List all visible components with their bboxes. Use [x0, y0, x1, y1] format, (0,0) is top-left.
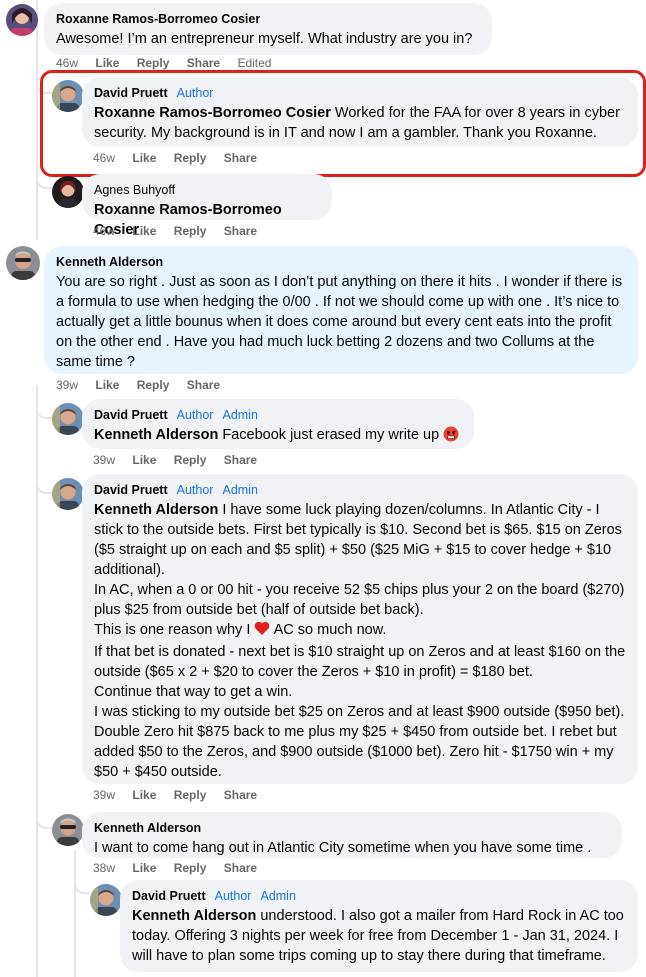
like-button[interactable]: Like	[95, 378, 119, 392]
reply-button[interactable]: Reply	[137, 56, 170, 70]
comment-text: Kenneth Alderson Facebook just erased my…	[94, 425, 462, 448]
comment-paragraph: Continue that way to get a win.	[94, 684, 293, 700]
comment-text: Kenneth Alderson I have some luck playin…	[94, 500, 626, 782]
comment-bubble: David Pruett Author Roxanne Ramos-Borrome…	[82, 77, 638, 147]
comment-paragraph: In AC, when a 0 or 00 hit - you receive …	[94, 582, 625, 618]
avatar[interactable]	[52, 814, 84, 846]
mention-link[interactable]: Kenneth Alderson	[94, 427, 218, 443]
comment-time[interactable]: 46w	[56, 56, 78, 70]
like-button[interactable]: Like	[132, 861, 156, 875]
comment-text: Awesome! I’m an entrepreneur myself. Wha…	[56, 31, 473, 47]
author-badge: Author	[214, 889, 252, 903]
share-button[interactable]: Share	[224, 861, 257, 875]
comment-author[interactable]: David Pruett	[94, 408, 168, 422]
comment-time[interactable]: 38w	[93, 861, 115, 875]
comment-bubble: Agnes Buhyoff Roxanne Ramos-Borromeo Cos…	[82, 174, 332, 238]
avatar[interactable]	[52, 80, 84, 112]
avatar[interactable]	[6, 246, 40, 280]
angry-face-emoji-icon	[443, 426, 459, 448]
like-button[interactable]: Like	[132, 453, 156, 467]
reply-button[interactable]: Reply	[174, 788, 207, 802]
comment-actions: 39w Like Reply Share	[93, 788, 271, 802]
comment-time[interactable]: 46w	[93, 151, 115, 165]
comment-time[interactable]: 39w	[93, 788, 115, 802]
comment-actions: 46w Like Reply Share	[93, 151, 271, 165]
author-badge: Author	[176, 408, 214, 422]
like-button[interactable]: Like	[132, 151, 156, 165]
mention-link[interactable]: Kenneth Alderson	[94, 502, 218, 518]
mention-link[interactable]: Kenneth Alderson	[132, 908, 256, 924]
comment-actions: 39w Like Reply Share	[56, 378, 234, 392]
admin-badge: Admin	[222, 408, 258, 422]
thread-connector	[36, 395, 52, 419]
comment-author[interactable]: Agnes Buhyoff	[94, 182, 320, 198]
admin-badge: Admin	[222, 483, 258, 497]
comment-author[interactable]: Roxanne Ramos-Borromeo Cosier	[56, 11, 480, 27]
comment-text: Roxanne Ramos-Borromeo Cosier Worked for…	[94, 105, 620, 141]
reply-button[interactable]: Reply	[174, 861, 207, 875]
thread-connector	[36, 805, 52, 829]
mention-link[interactable]: Roxanne Ramos-Borromeo Cosier	[94, 105, 331, 121]
share-button[interactable]: Share	[187, 378, 220, 392]
comment-author[interactable]: David Pruett	[132, 889, 206, 903]
reply-button[interactable]: Reply	[174, 453, 207, 467]
comment-author[interactable]: Kenneth Alderson	[56, 254, 626, 270]
share-button[interactable]: Share	[224, 151, 257, 165]
comment-bubble: David Pruett Author Admin Kenneth Alderson…	[120, 880, 638, 972]
comment-text: Kenneth Alderson understood. I also got …	[132, 908, 624, 964]
avatar[interactable]	[52, 176, 84, 208]
comment-author[interactable]: Kenneth Alderson	[94, 820, 610, 836]
comment-text: You are so right . Just as soon as I don…	[56, 274, 623, 370]
comment-actions: 39w Like Reply Share	[93, 453, 271, 467]
comment-author[interactable]: David Pruett	[94, 483, 168, 497]
comment-bubble: Roxanne Ramos-Borromeo Cosier Awesome! I…	[44, 3, 492, 55]
author-badge: Author	[176, 86, 214, 100]
like-button[interactable]: Like	[132, 788, 156, 802]
comment-bubble: Kenneth Alderson I want to come hang out…	[82, 812, 622, 858]
comment-time[interactable]: 46w	[93, 224, 115, 238]
avatar[interactable]	[6, 4, 38, 36]
comment-bubble: David Pruett Author Admin Kenneth Alderson…	[82, 399, 474, 449]
comment-actions: 38w Like Reply Share	[93, 861, 271, 875]
thread-line	[36, 0, 38, 240]
comment-actions: 46w Like Reply Share	[93, 224, 271, 238]
reply-button[interactable]: Reply	[137, 378, 170, 392]
share-button[interactable]: Share	[187, 56, 220, 70]
thread-connector	[74, 870, 90, 894]
avatar[interactable]	[52, 478, 84, 510]
comment-paragraph: If that bet is donated - next bet is $10…	[94, 644, 626, 680]
reply-button[interactable]: Reply	[174, 151, 207, 165]
comment-paragraph: This is one reason why I AC so much now.	[94, 620, 626, 642]
reply-button[interactable]: Reply	[174, 224, 207, 238]
share-button[interactable]: Share	[224, 788, 257, 802]
comment-paragraph: I was sticking to my outside bet $25 on …	[94, 704, 625, 780]
author-badge: Author	[176, 483, 214, 497]
thread-connector	[36, 470, 52, 494]
comment-time[interactable]: 39w	[56, 378, 78, 392]
admin-badge: Admin	[260, 889, 296, 903]
like-button[interactable]: Like	[95, 56, 119, 70]
heart-emoji-icon	[254, 621, 270, 642]
comment-paragraph: Kenneth Alderson I have some luck playin…	[94, 502, 622, 578]
comment-author[interactable]: David Pruett	[94, 86, 168, 100]
share-button[interactable]: Share	[224, 224, 257, 238]
comment-actions: 46w Like Reply Share Edited	[56, 56, 285, 70]
avatar[interactable]	[52, 403, 84, 435]
comment-bubble: Kenneth Alderson You are so right . Just…	[44, 246, 638, 374]
comment-bubble: David Pruett Author Admin Kenneth Alderson…	[82, 474, 638, 784]
edited-label: Edited	[237, 56, 272, 70]
comment-text: I want to come hang out in Atlantic City…	[94, 840, 592, 856]
like-button[interactable]: Like	[132, 224, 156, 238]
comment-time[interactable]: 39w	[93, 453, 115, 467]
share-button[interactable]: Share	[224, 453, 257, 467]
avatar[interactable]	[90, 884, 122, 916]
